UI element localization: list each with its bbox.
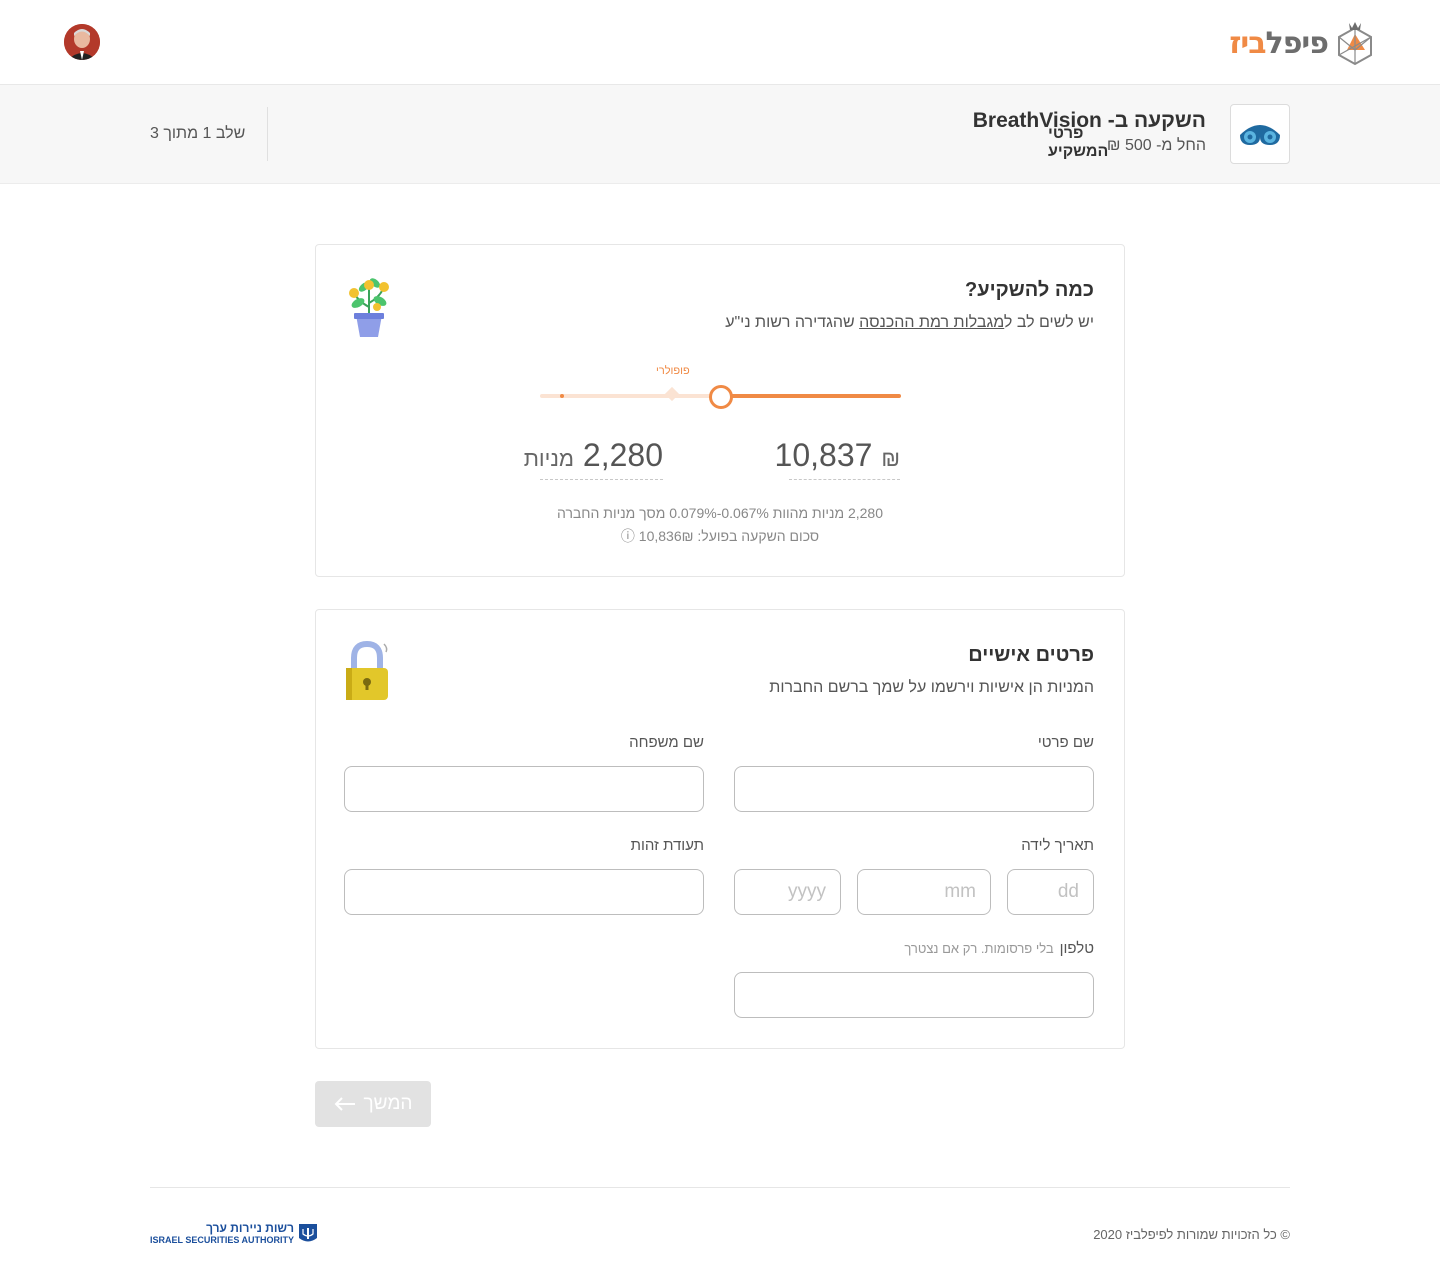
last-name-label: שם משפחה xyxy=(629,734,704,751)
isa-logo[interactable]: רשות ניירות ערך ISRAEL SECURITIES AUTHOR… xyxy=(150,1222,318,1246)
birth-day-input[interactable] xyxy=(1007,869,1094,915)
investment-amount-value: 10,837 xyxy=(774,437,873,473)
israel-emblem-icon xyxy=(299,1224,318,1242)
logo-text: פיפלביז xyxy=(1229,25,1329,61)
shares-amount-field[interactable]: 2,280 מניות xyxy=(524,435,663,480)
slider-track-fill[interactable] xyxy=(721,394,901,398)
continue-button-label: המשך xyxy=(363,1093,413,1114)
first-name-label: שם פרטי xyxy=(1037,734,1094,751)
income-limits-link[interactable]: מגבלות רמת ההכנסה xyxy=(859,314,1004,331)
copyright-text: © כל הזכויות שמורות לפיפלביז 2020 xyxy=(1093,1227,1290,1242)
lock-icon xyxy=(346,640,388,700)
phone-hint: בלי פרסומות. רק אם נצטרך xyxy=(904,941,1054,956)
slider-min-dot xyxy=(560,394,564,398)
invest-card-title: כמה להשקיע? xyxy=(964,279,1094,301)
personal-card-desc: המניות הן אישיות וירשמו על שמך ברשם החבר… xyxy=(769,679,1094,696)
investment-slider[interactable] xyxy=(540,385,901,415)
arrow-left-icon xyxy=(334,1097,355,1111)
first-name-input[interactable] xyxy=(734,766,1094,812)
user-avatar[interactable] xyxy=(64,24,100,60)
peoplebiz-logo[interactable]: פיפלביז xyxy=(1229,18,1376,68)
personal-card-title: פרטים אישיים xyxy=(968,644,1094,666)
birth-date-label: תאריך לידה xyxy=(1021,837,1094,854)
id-number-label: תעודת זהות xyxy=(630,837,704,854)
birth-year-input[interactable] xyxy=(734,869,841,915)
investment-header: השקעה ב- BreathVision החל מ- 500 ₪ פרטי … xyxy=(0,85,1440,184)
isa-logo-text: רשות ניירות ערך ISRAEL SECURITIES AUTHOR… xyxy=(150,1222,294,1246)
shares-amount-value: 2,280 xyxy=(582,437,663,473)
phone-label-block: טלפון בלי פרסומות. רק אם נצטרך xyxy=(904,940,1094,957)
isa-logo-english: ISRAEL SECURITIES AUTHORITY xyxy=(150,1235,295,1245)
invest-amount-card: כמה להשקיע? יש לשים לב למגבלות רמת ההכנס… xyxy=(315,244,1125,577)
stage-label: פרטי המשקיע xyxy=(1048,125,1109,160)
slider-thumb[interactable] xyxy=(709,385,733,409)
investment-amount-field[interactable]: ₪ 10,837 xyxy=(775,435,900,480)
investment-amount-unit: ₪ xyxy=(881,446,900,471)
actual-investment-note: סכום השקעה בפועל: 10,836₪ ⓘ xyxy=(620,528,820,544)
invest-desc-prefix: יש לשים לב ל xyxy=(1004,314,1094,331)
logo-crown-icon xyxy=(1338,22,1372,66)
breathvision-logo-icon xyxy=(1240,125,1280,145)
shares-percentage-note: 2,280 מניות מהוות 0.067%-0.079% מסך מניו… xyxy=(556,505,884,521)
last-name-input[interactable] xyxy=(344,766,704,812)
logo-text-part2: ביז xyxy=(1229,25,1266,61)
isa-logo-hebrew: רשות ניירות ערך xyxy=(206,1221,295,1235)
personal-details-card: פרטים אישיים המניות הן אישיות וירשמו על … xyxy=(315,609,1125,1049)
invest-card-desc: יש לשים לב למגבלות רמת ההכנסה שהגדירה רש… xyxy=(725,314,1094,332)
birth-month-input[interactable] xyxy=(857,869,991,915)
phone-input[interactable] xyxy=(734,972,1094,1018)
slider-track[interactable] xyxy=(540,394,721,398)
avatar-image xyxy=(64,24,100,60)
invest-desc-suffix: שהגדירה רשות ני"ע xyxy=(725,314,860,331)
continue-button[interactable]: המשך xyxy=(315,1081,431,1127)
popular-label: פופולרי xyxy=(656,365,690,377)
footer-divider xyxy=(150,1187,1290,1188)
money-plant-icon xyxy=(349,278,389,337)
stage-divider xyxy=(267,107,268,161)
slider-popular-marker xyxy=(664,386,680,402)
logo-text-part1: פיפל xyxy=(1265,25,1329,61)
step-indicator: שלב 1 מתוך 3 xyxy=(150,125,246,142)
id-number-input[interactable] xyxy=(344,869,704,915)
shares-amount-unit: מניות xyxy=(523,446,575,471)
top-navbar: פיפלביז xyxy=(0,0,1440,85)
phone-label: טלפון xyxy=(1059,940,1094,957)
company-logo xyxy=(1230,104,1290,164)
